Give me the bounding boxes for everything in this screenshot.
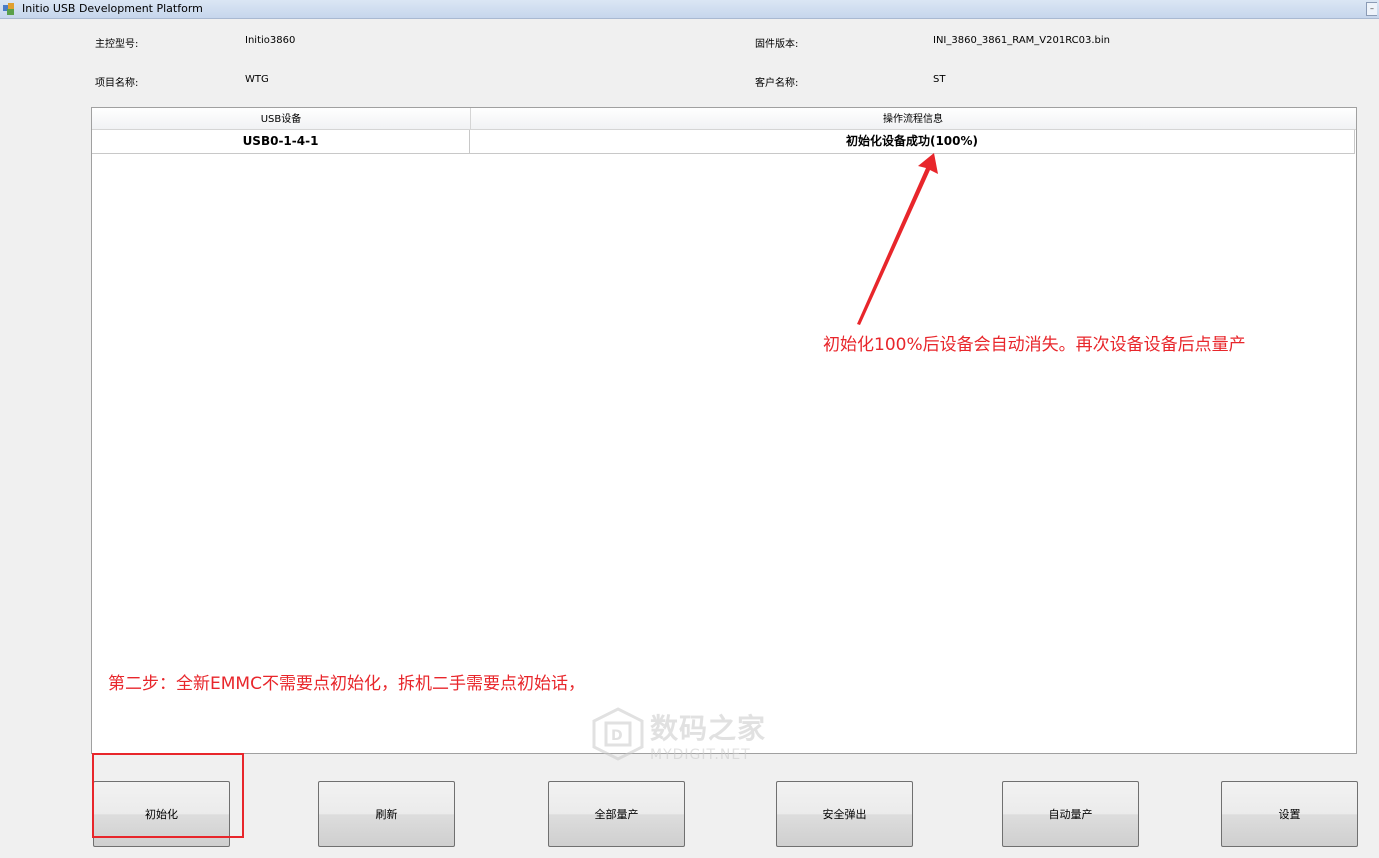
mass-production-all-button[interactable]: 全部量产	[548, 781, 685, 847]
init-button-highlight	[92, 753, 244, 838]
refresh-button[interactable]: 刷新	[318, 781, 455, 847]
safe-eject-button[interactable]: 安全弹出	[776, 781, 913, 847]
svg-text:D: D	[611, 728, 623, 744]
customer-label: 客户名称:	[755, 78, 799, 89]
customer-value: ST	[933, 74, 946, 85]
window-title: Initio USB Development Platform	[22, 2, 203, 15]
firmware-label: 固件版本:	[755, 39, 799, 50]
watermark-en: MYDIGIT.NET	[650, 747, 751, 763]
title-bar: Initio USB Development Platform –	[0, 0, 1379, 19]
settings-button[interactable]: 设置	[1221, 781, 1358, 847]
project-label: 项目名称:	[95, 78, 139, 89]
watermark-logo-icon: D	[592, 707, 644, 761]
controller-value: Initio3860	[245, 35, 296, 46]
app-icon	[3, 3, 14, 15]
watermark: D 数码之家 MYDIGIT.NET	[592, 707, 792, 767]
auto-mass-production-button[interactable]: 自动量产	[1002, 781, 1139, 847]
device-grid[interactable]: USB设备 操作流程信息 USB0-1-4-1 初始化设备成功(100%) 初始…	[91, 107, 1357, 754]
controller-label: 主控型号:	[95, 39, 139, 50]
watermark-cn: 数码之家	[650, 712, 767, 745]
minimize-icon[interactable]: –	[1366, 2, 1377, 16]
project-value: WTG	[245, 74, 269, 85]
annotation-arrow	[857, 153, 938, 325]
firmware-value: INI_3860_3861_RAM_V201RC03.bin	[933, 35, 1111, 46]
